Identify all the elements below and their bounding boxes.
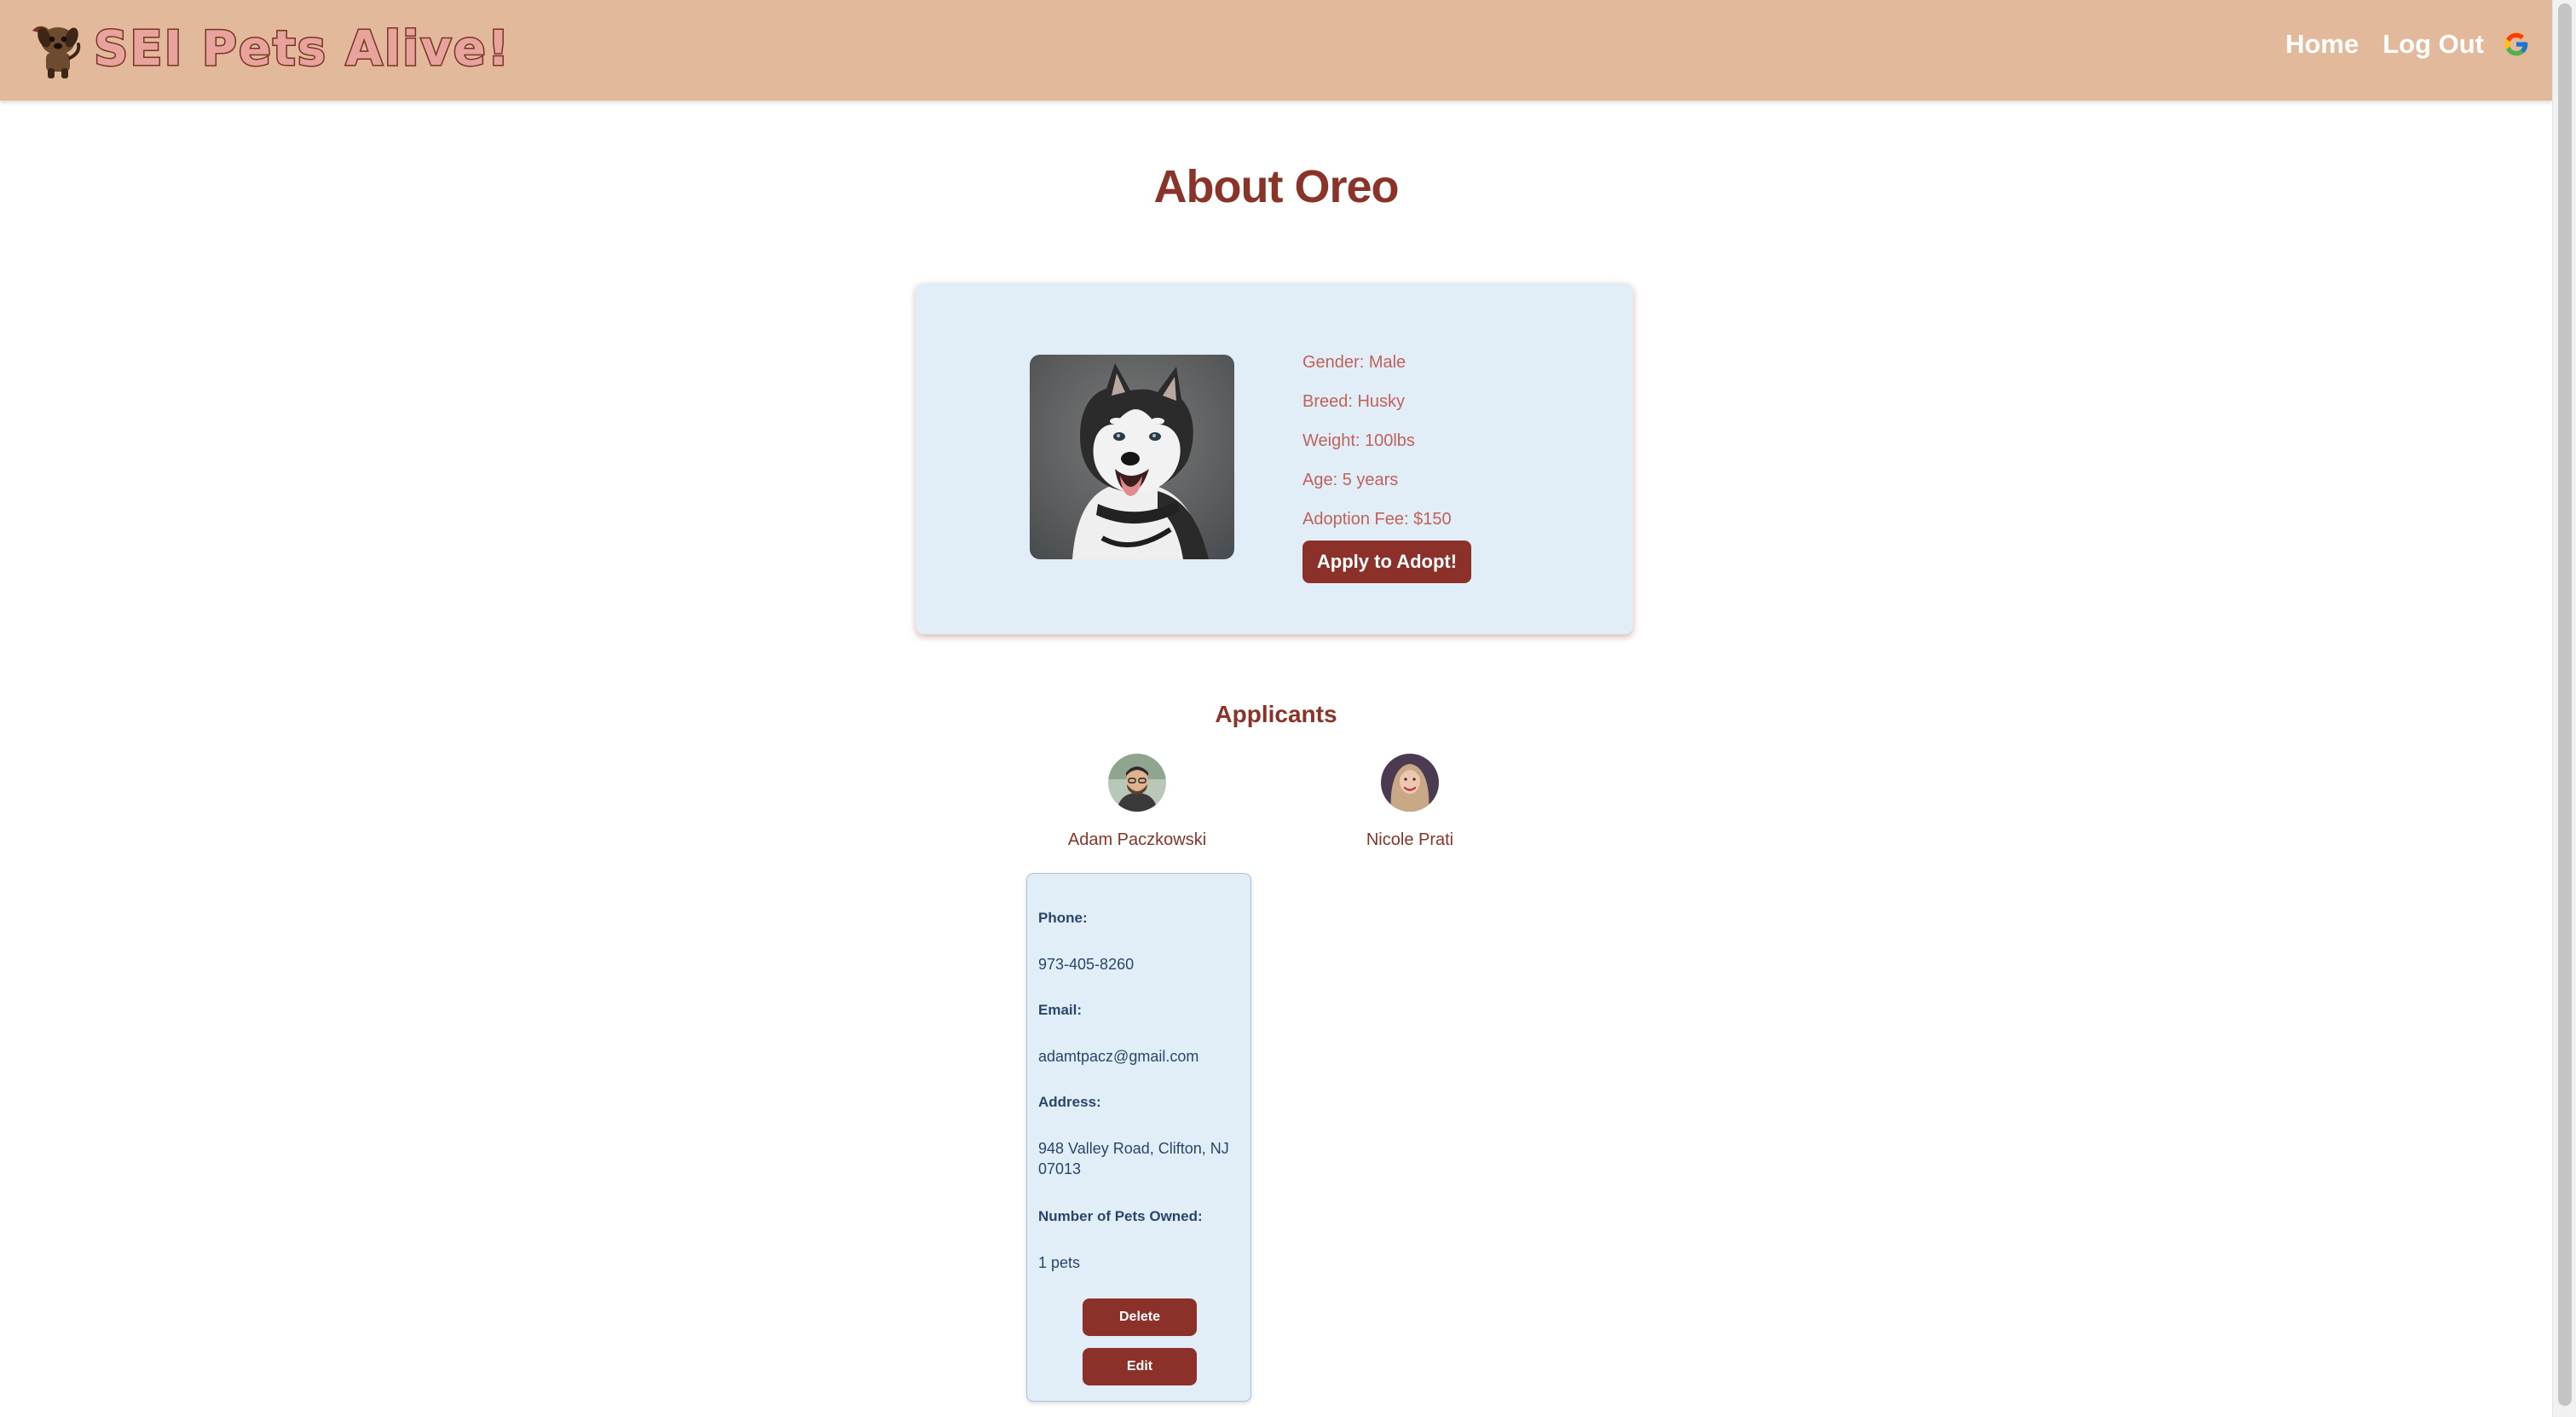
phone-label: Phone: [1038,910,1088,926]
brand[interactable]: SEI Pets Alive! [26,19,511,80]
pet-weight: Weight: 100lbs [1302,431,1415,450]
address-value: 948 Valley Road, Clifton, NJ 07013 [1038,1140,1229,1177]
navbar: SEI Pets Alive! Home Log Out [0,0,2552,101]
applicant-item[interactable]: Adam Paczkowski [1026,754,1248,850]
applicant-name: Nicole Prati [1366,830,1454,849]
page-scrollbar[interactable] [2552,0,2576,1417]
pet-age: Age: 5 years [1302,471,1399,489]
pet-card: Gender: Male Breed: Husky Weight: 100lbs… [915,283,1633,634]
applicants-heading: Applicants [1215,701,1337,727]
husky-image [1030,355,1234,559]
scrollbar-thumb[interactable] [2558,3,2572,1406]
applicant-avatar[interactable] [1381,754,1439,812]
applicant-name: Adam Paczkowski [1067,830,1207,849]
delete-button[interactable]: Delete [1083,1298,1197,1336]
pet-info: Gender: Male Breed: Husky Weight: 100lbs… [1302,343,1471,583]
dog-logo-icon [32,26,81,78]
apply-to-adopt-button[interactable]: Apply to Adopt! [1302,541,1471,583]
pet-gender: Gender: Male [1302,353,1406,372]
applicant-details-card: Phone: 973-405-8260 Email: adamtpacz@gma… [1026,873,1251,1402]
nav-logout-link[interactable]: Log Out [2383,29,2484,60]
email-label: Email: [1038,1002,1083,1018]
brand-title: SEI Pets Alive! [92,21,511,77]
applicant-avatar[interactable] [1108,754,1166,812]
pets-owned-value: 1 pets [1038,1254,1081,1271]
pet-adoption-fee: Adoption Fee: $150 [1302,510,1452,529]
applicant-item[interactable]: Nicole Prati [1299,754,1521,850]
page: SEI Pets Alive! Home Log Out About Oreo [0,0,2576,1417]
address-label: Address: [1038,1094,1101,1110]
phone-value: 973-405-8260 [1038,956,1135,973]
google-icon[interactable] [2503,31,2530,58]
husky-photo [1030,355,1234,559]
nav-links: Home Log Out [2261,29,2530,60]
email-value: adamtpacz@gmail.com [1038,1048,1199,1065]
pet-breed: Breed: Husky [1302,392,1406,411]
pets-owned-label: Number of Pets Owned: [1038,1208,1203,1224]
page-title: About Oreo [1153,161,1400,212]
nav-home-link[interactable]: Home [2285,29,2359,60]
edit-button[interactable]: Edit [1083,1348,1197,1385]
